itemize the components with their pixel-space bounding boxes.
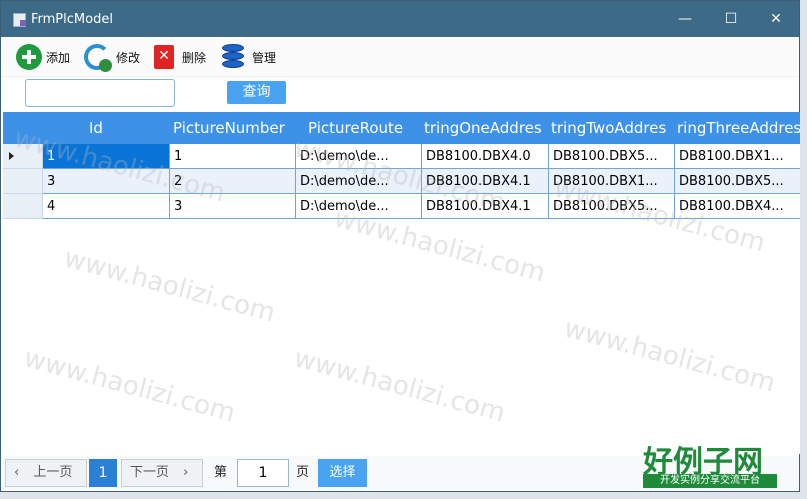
table-cell[interactable]: D:\demo\de... <box>296 144 422 169</box>
column-header-stringtwoaddress[interactable]: tringTwoAddres <box>551 112 676 144</box>
grid-header: Id PictureNumber PictureRoute tringOneAd… <box>3 112 801 144</box>
site-logo: 好例子网 开发实例分享交流平台 <box>641 437 777 489</box>
page-suffix-label: 页 <box>296 465 310 480</box>
row-header[interactable] <box>3 169 43 194</box>
table-cell[interactable]: DB8100.DBX4.1 <box>422 169 549 194</box>
search-input[interactable] <box>25 79 175 107</box>
table-cell[interactable]: 1 <box>43 144 170 169</box>
row-header[interactable] <box>3 144 43 169</box>
query-button[interactable]: 查询 <box>227 81 286 104</box>
add-label: 添加 <box>46 50 71 65</box>
edit-label: 修改 <box>116 50 141 65</box>
table-cell[interactable]: D:\demo\de... <box>296 169 422 194</box>
chevron-left-icon: ‹ <box>14 465 20 480</box>
table-cell[interactable]: DB8100.DBX4... <box>675 194 801 219</box>
data-grid[interactable]: Id PictureNumber PictureRoute tringOneAd… <box>3 112 801 454</box>
table-row[interactable]: 1 1 D:\demo\de... DB8100.DBX4.0 DB8100.D… <box>3 144 801 169</box>
edit-button[interactable]: 修改 <box>84 43 141 72</box>
title-bar[interactable]: FrmPlcModel — ☐ ✕ <box>1 1 799 37</box>
table-cell[interactable]: 1 <box>170 144 296 169</box>
current-page-button[interactable]: 1 <box>89 459 117 487</box>
window-title: FrmPlcModel <box>31 12 113 27</box>
table-row[interactable]: 4 3 D:\demo\de... DB8100.DBX4.1 DB8100.D… <box>3 194 801 219</box>
database-icon <box>222 44 244 70</box>
toolbar: 添加 修改 ✕ 删除 管理 <box>1 37 799 77</box>
refresh-icon <box>84 44 112 72</box>
add-button[interactable]: 添加 <box>16 43 70 71</box>
table-row[interactable]: 3 2 D:\demo\de... DB8100.DBX4.1 DB8100.D… <box>3 169 801 194</box>
table-cell[interactable]: DB8100.DBX1... <box>549 169 675 194</box>
column-header-pictureroute[interactable]: PictureRoute <box>308 112 403 144</box>
row-header[interactable] <box>3 194 43 219</box>
chevron-right-icon: › <box>183 465 189 480</box>
next-page-label: 下一页 <box>130 465 170 480</box>
manage-button[interactable]: 管理 <box>222 43 276 71</box>
main-window: FrmPlcModel — ☐ ✕ 添加 修改 ✕ 删除 管理 查询 Id Pi… <box>0 0 801 492</box>
delete-label: 删除 <box>182 50 207 65</box>
delete-button[interactable]: ✕ 删除 <box>154 43 206 71</box>
background-edge-bottom <box>0 492 807 499</box>
maximize-button[interactable]: ☐ <box>708 1 754 37</box>
table-cell[interactable]: 3 <box>170 194 296 219</box>
delete-icon: ✕ <box>154 45 174 69</box>
prev-page-button[interactable]: ‹ 上一页 <box>5 459 87 487</box>
page-number-input[interactable]: 1 <box>237 459 289 487</box>
table-cell[interactable]: 3 <box>43 169 170 194</box>
prev-page-label: 上一页 <box>33 465 73 480</box>
manage-label: 管理 <box>252 50 277 65</box>
background-edge-right <box>800 0 807 499</box>
table-cell[interactable]: DB8100.DBX5... <box>549 194 675 219</box>
select-page-button[interactable]: 选择 <box>318 459 367 487</box>
add-icon <box>16 44 42 70</box>
table-cell[interactable]: 2 <box>170 169 296 194</box>
table-cell[interactable]: DB8100.DBX4.0 <box>422 144 549 169</box>
app-icon <box>13 13 26 27</box>
filter-row: 查询 <box>1 77 799 111</box>
table-cell[interactable]: DB8100.DBX1... <box>675 144 801 169</box>
next-page-button[interactable]: 下一页 › <box>121 459 203 487</box>
table-cell[interactable]: DB8100.DBX5... <box>549 144 675 169</box>
table-cell[interactable]: DB8100.DBX5... <box>675 169 801 194</box>
column-header-picturenumber[interactable]: PictureNumber <box>173 112 285 144</box>
current-row-icon <box>9 152 14 160</box>
table-cell[interactable]: DB8100.DBX4.1 <box>422 194 549 219</box>
column-header-stringthreeaddress[interactable]: ringThreeAddres <box>677 112 801 144</box>
logo-sub-text: 开发实例分享交流平台 <box>643 474 777 488</box>
column-header-stringoneaddress[interactable]: tringOneAddres <box>424 112 549 144</box>
close-button[interactable]: ✕ <box>753 1 799 37</box>
minimize-button[interactable]: — <box>662 1 708 37</box>
table-cell[interactable]: 4 <box>43 194 170 219</box>
page-prefix-label: 第 <box>214 465 228 480</box>
column-header-id[interactable]: Id <box>89 112 103 144</box>
table-cell[interactable]: D:\demo\de... <box>296 194 422 219</box>
